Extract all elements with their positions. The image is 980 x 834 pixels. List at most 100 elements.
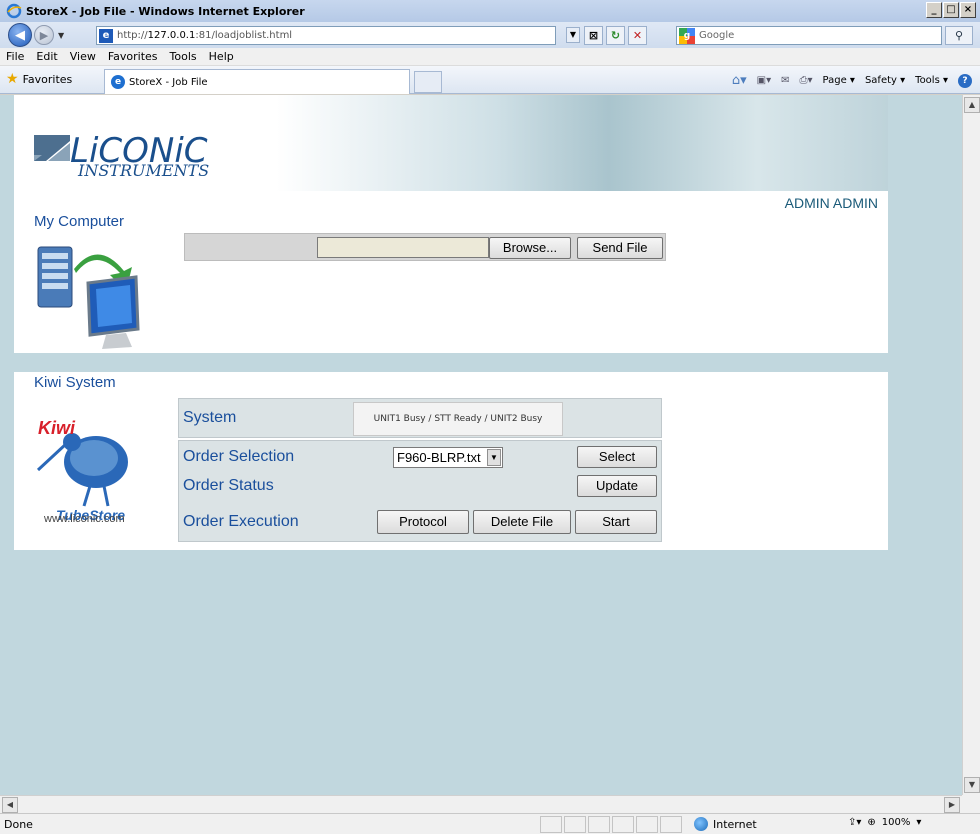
horizontal-scrollbar[interactable]: ◀ ▶: [0, 795, 962, 813]
window-title: StoreX - Job File - Windows Internet Exp…: [26, 4, 305, 18]
my-computer-section: ADMIN ADMIN My Computer Browse... Send F…: [14, 191, 888, 353]
select-button[interactable]: Select: [577, 446, 657, 468]
status-text: Done: [4, 818, 33, 831]
status-cell: [636, 816, 658, 833]
mail-icon[interactable]: ✉: [781, 75, 789, 86]
orders-panel: Order Selection F960-BLRP.txt ▼ Select O…: [178, 440, 662, 542]
stop-icon[interactable]: ✕: [628, 26, 647, 45]
kiwi-tubestore-logo: Kiwi TubeStore: [36, 418, 128, 523]
tab-title: StoreX - Job File: [129, 76, 208, 88]
header-banner: LiCONiC INSTRUMENTS: [14, 95, 888, 191]
menu-edit[interactable]: Edit: [36, 50, 57, 63]
back-button[interactable]: ◀: [8, 23, 32, 47]
start-button[interactable]: Start: [575, 510, 657, 534]
address-url: http://127.0.0.1:81/loadjoblist.html: [117, 30, 293, 41]
update-button[interactable]: Update: [577, 475, 657, 497]
svg-text:Kiwi: Kiwi: [38, 418, 76, 438]
zoom-control[interactable]: ⇪▾ ⊕ 100% ▾: [848, 817, 921, 828]
feeds-icon[interactable]: ▣▾: [757, 75, 771, 86]
order-execution-label: Order Execution: [183, 513, 299, 530]
search-input[interactable]: g Google: [676, 26, 942, 45]
zoom-level: 100%: [881, 817, 911, 828]
order-selection-label: Order Selection: [183, 448, 295, 465]
print-icon[interactable]: ⎙▾: [800, 75, 813, 86]
kiwi-system-section: Kiwi System Kiwi TubeStore www.liconic.c…: [14, 372, 888, 550]
protocol-button[interactable]: Protocol: [377, 510, 469, 534]
navigation-bar: ◀ ▶ ▼ e http://127.0.0.1:81/loadjoblist.…: [0, 22, 980, 48]
help-icon[interactable]: ?: [958, 73, 972, 88]
globe-icon: [694, 817, 708, 831]
favorites-button[interactable]: ★ Favorites: [6, 71, 72, 87]
close-button[interactable]: ×: [960, 2, 976, 18]
star-icon: ★: [6, 71, 19, 87]
menu-tools[interactable]: Tools: [170, 50, 197, 63]
ie-logo-icon: [6, 3, 22, 19]
minimize-button[interactable]: _: [926, 2, 942, 18]
history-dropdown-icon[interactable]: ▼: [58, 31, 64, 40]
refresh-icon[interactable]: ↻: [606, 26, 625, 45]
order-status-label: Order Status: [183, 477, 274, 494]
forward-button[interactable]: ▶: [34, 25, 54, 45]
system-panel: System UNIT1 Busy / STT Ready / UNIT2 Bu…: [178, 398, 662, 438]
scroll-left-icon[interactable]: ◀: [2, 797, 18, 813]
browse-button[interactable]: Browse...: [489, 237, 571, 259]
system-label: System: [183, 409, 237, 426]
status-cell: [612, 816, 634, 833]
status-cell: [564, 816, 586, 833]
menu-favorites[interactable]: Favorites: [108, 50, 158, 63]
status-cell: [660, 816, 682, 833]
page-menu[interactable]: Page ▾: [823, 75, 855, 86]
menu-bar: File Edit View Favorites Tools Help: [0, 48, 980, 66]
page-viewport: LiCONiC INSTRUMENTS ADMIN ADMIN My Compu…: [0, 95, 962, 795]
compatibility-view-icon[interactable]: ⊠: [584, 26, 603, 45]
liconic-logo-icon: [34, 135, 70, 161]
command-bar: ⌂▾ ▣▾ ✉ ⎙▾ Page ▾ Safety ▾ Tools ▾ ?: [732, 73, 972, 88]
maximize-button[interactable]: □: [943, 2, 959, 18]
window-titlebar: StoreX - Job File - Windows Internet Exp…: [0, 0, 980, 22]
file-upload-row: Browse... Send File: [184, 233, 666, 261]
new-tab-button[interactable]: [414, 71, 442, 93]
protected-mode-icon[interactable]: ⇪▾: [848, 817, 861, 828]
safety-menu[interactable]: Safety ▾: [865, 75, 905, 86]
kiwi-system-title: Kiwi System: [34, 374, 116, 391]
address-input[interactable]: e http://127.0.0.1:81/loadjoblist.html: [96, 26, 556, 45]
chevron-down-icon: ▼: [487, 449, 501, 466]
search-placeholder: Google: [699, 30, 735, 41]
order-file-value: F960-BLRP.txt: [397, 450, 481, 465]
zoom-dropdown-icon[interactable]: ▾: [916, 817, 921, 828]
send-file-button[interactable]: Send File: [577, 237, 663, 259]
menu-view[interactable]: View: [70, 50, 96, 63]
logo-subtitle: INSTRUMENTS: [78, 161, 210, 180]
tools-menu[interactable]: Tools ▾: [915, 75, 948, 86]
scroll-down-icon[interactable]: ▼: [964, 777, 980, 793]
kiwi-url: www.liconic.com: [44, 513, 125, 525]
file-path-input[interactable]: [317, 237, 489, 258]
favorites-label: Favorites: [22, 72, 73, 86]
zoom-icon: ⊕: [867, 817, 876, 828]
security-zone[interactable]: Internet: [694, 817, 757, 831]
order-file-select[interactable]: F960-BLRP.txt ▼: [393, 447, 503, 468]
google-icon: g: [679, 27, 695, 44]
system-status: UNIT1 Busy / STT Ready / UNIT2 Busy: [353, 402, 563, 436]
vertical-scrollbar[interactable]: ▲ ▼: [962, 95, 980, 795]
zone-label: Internet: [713, 817, 757, 831]
favorites-bar: ★ Favorites e StoreX - Job File ⌂▾ ▣▾ ✉ …: [0, 66, 980, 94]
my-computer-title: My Computer: [34, 213, 125, 230]
user-name: ADMIN ADMIN: [784, 195, 878, 211]
page-icon: e: [99, 28, 113, 43]
search-icon[interactable]: ⚲: [945, 26, 973, 45]
ie-page-icon: e: [111, 75, 125, 89]
status-cell: [540, 816, 562, 833]
scroll-up-icon[interactable]: ▲: [964, 97, 980, 113]
scrollbar-corner: [962, 795, 980, 813]
menu-help[interactable]: Help: [209, 50, 234, 63]
address-dropdown-button[interactable]: ▼: [566, 27, 580, 43]
menu-file[interactable]: File: [6, 50, 24, 63]
home-icon[interactable]: ⌂▾: [732, 73, 747, 88]
status-bar: Done Internet ⇪▾ ⊕ 100% ▾: [0, 813, 980, 834]
tab-storex-job-file[interactable]: e StoreX - Job File: [104, 69, 410, 94]
computer-transfer-icon: [37, 246, 140, 349]
scroll-right-icon[interactable]: ▶: [944, 797, 960, 813]
status-cell: [588, 816, 610, 833]
delete-file-button[interactable]: Delete File: [473, 510, 571, 534]
